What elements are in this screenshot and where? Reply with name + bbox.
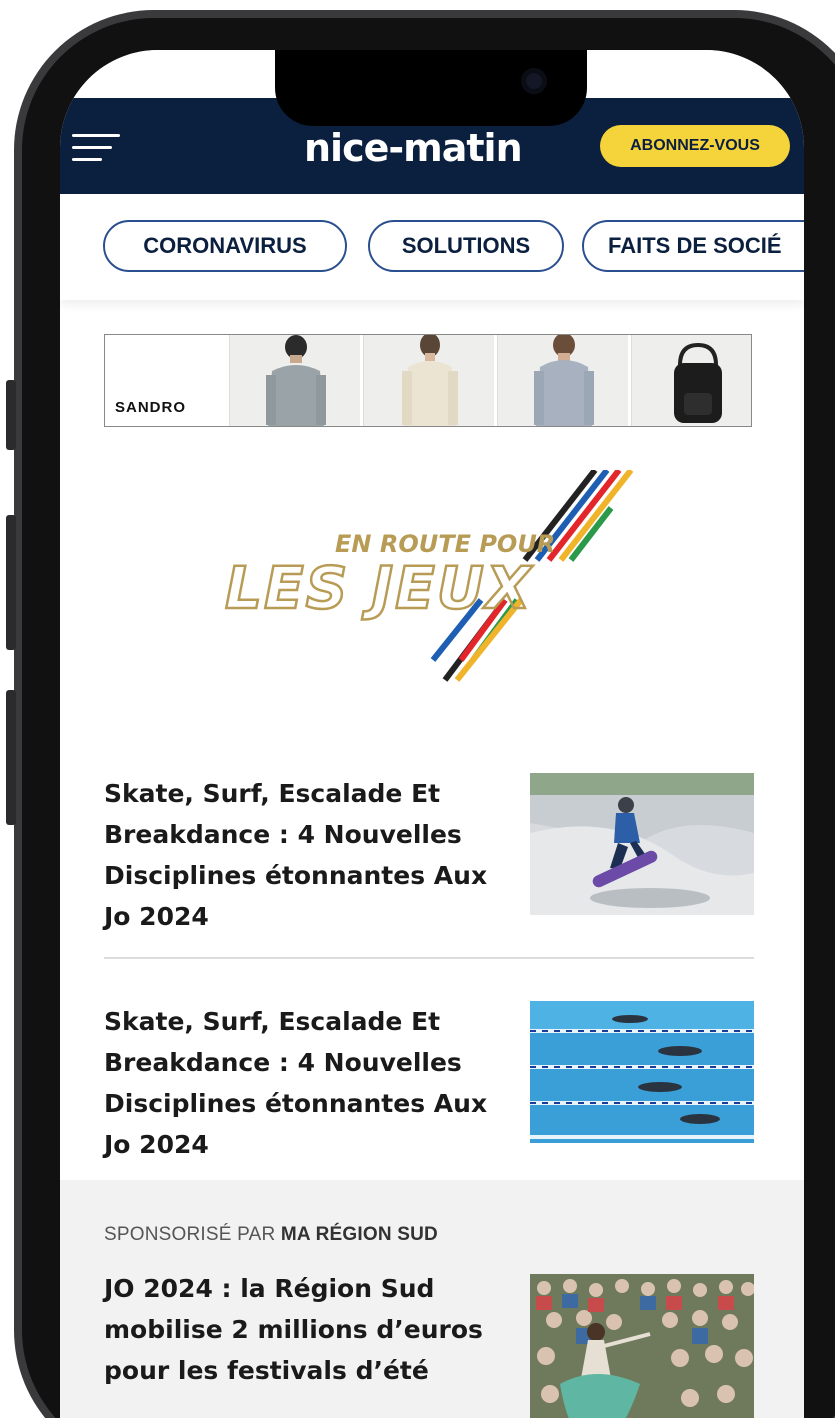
volume-down-button (6, 690, 16, 825)
jeux-banner[interactable]: EN ROUTE POUR LES JEUX (215, 468, 635, 690)
article-title[interactable]: Skate, Surf, Escalade Et Breakdance : 4 … (104, 1001, 504, 1165)
article-card[interactable]: Skate, Surf, Escalade Et Breakdance : 4 … (104, 1001, 754, 1171)
sponsored-section[interactable]: SPONSORISÉ PAR MA RÉGION SUD JO 2024 : l… (60, 1180, 804, 1418)
phone-mockup: nice-matin ABONNEZ-VOUS CORONAVIRUS SOLU… (0, 0, 835, 1418)
tab-faits-de-societe[interactable]: FAITS DE SOCIÉ (582, 220, 804, 272)
subscribe-button[interactable]: ABONNEZ-VOUS (600, 125, 790, 167)
sponsor-name: MA RÉGION SUD (280, 1224, 438, 1245)
ad-product-sweater (229, 335, 360, 426)
mute-switch (6, 380, 16, 450)
front-camera-icon (521, 68, 547, 94)
festival-crowd-photo[interactable] (530, 1274, 754, 1418)
sponsored-label: SPONSORISÉ PAR MA RÉGION SUD (104, 1224, 438, 1246)
notch (275, 50, 587, 126)
tab-solutions[interactable]: SOLUTIONS (368, 220, 564, 272)
sponsored-label-prefix: SPONSORISÉ PAR (104, 1224, 276, 1245)
ad-product-hoodie-cream (363, 335, 494, 426)
swimming-pool-photo[interactable] (530, 1001, 754, 1143)
article-card[interactable]: Skate, Surf, Escalade Et Breakdance : 4 … (104, 773, 754, 943)
ad-product-hoodie-grey (497, 335, 628, 426)
tab-coronavirus[interactable]: CORONAVIRUS (103, 220, 347, 272)
article-title[interactable]: Skate, Surf, Escalade Et Breakdance : 4 … (104, 773, 504, 937)
ad-product-backpack (631, 335, 751, 426)
site-logo[interactable]: nice-matin (304, 126, 523, 170)
menu-icon[interactable] (72, 134, 120, 162)
skateboarder-photo[interactable] (530, 773, 754, 915)
ad-brand: SANDRO (115, 399, 187, 416)
ad-banner[interactable]: SANDRO (104, 334, 752, 427)
phone-screen: nice-matin ABONNEZ-VOUS CORONAVIRUS SOLU… (60, 50, 804, 1418)
category-tabs: CORONAVIRUS SOLUTIONS FAITS DE SOCIÉ (60, 194, 804, 300)
article-divider (104, 957, 754, 959)
sponsored-article-title[interactable]: JO 2024 : la Région Sud mobilise 2 milli… (104, 1268, 514, 1391)
banner-line2: LES JEUX (225, 554, 534, 622)
volume-up-button (6, 515, 16, 650)
